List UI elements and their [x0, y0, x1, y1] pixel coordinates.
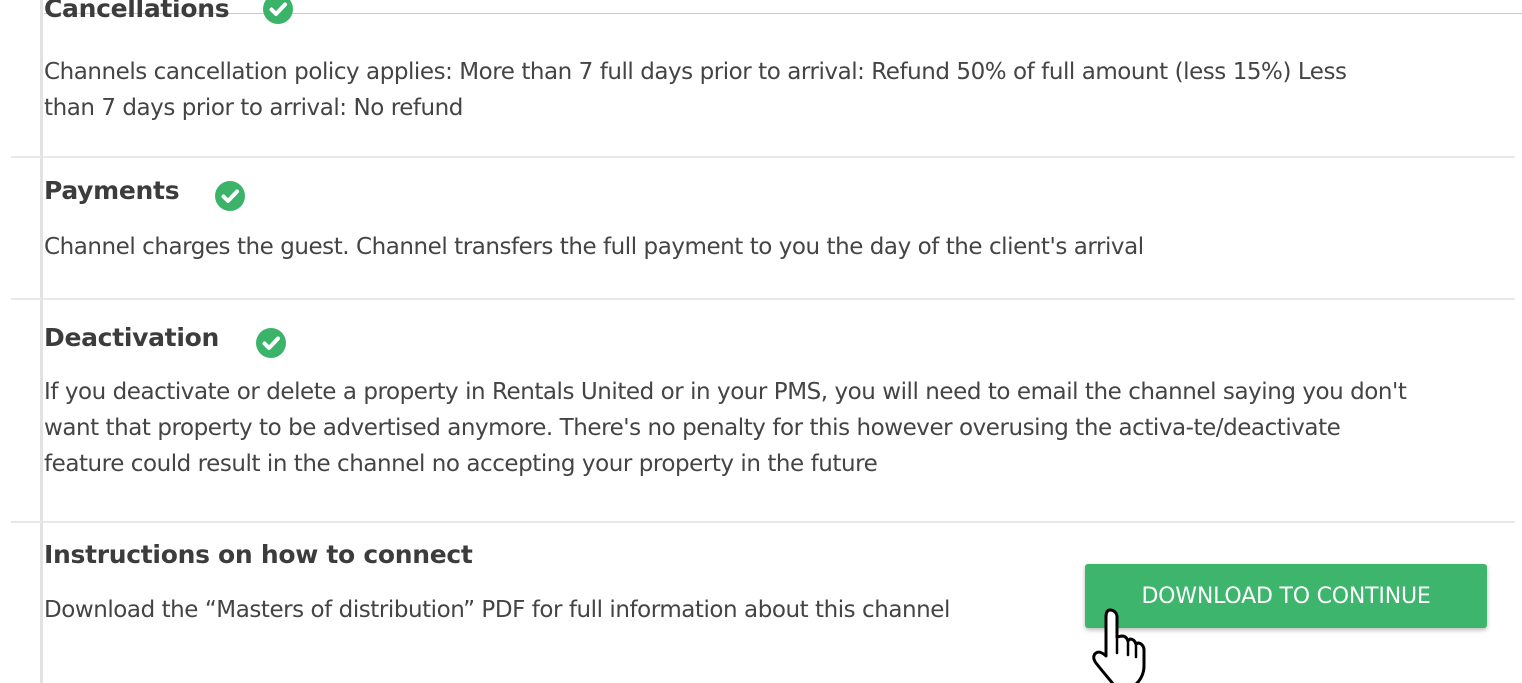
section-text-deactivation: If you deactivate or delete a property i…	[44, 379, 1407, 477]
section-title-cancellations: Cancellations	[44, 0, 230, 23]
section-title-payments: Payments	[44, 176, 180, 205]
channel-details-page: Cancellations Channels cancellation poli…	[0, 0, 1522, 683]
hand-pointer-icon	[1083, 608, 1153, 683]
check-circle-icon	[256, 328, 286, 358]
section-divider	[11, 298, 1515, 300]
section-divider	[11, 156, 1515, 158]
check-circle-icon	[263, 0, 293, 24]
section-text-payments: Channel charges the guest. Channel trans…	[44, 234, 1144, 260]
section-text-instructions: Download the “Masters of distribution” P…	[44, 597, 950, 623]
check-circle-icon	[215, 181, 245, 211]
section-divider	[11, 521, 1515, 523]
left-border	[40, 0, 43, 683]
section-title-deactivation: Deactivation	[44, 323, 219, 352]
section-text-cancellations: Channels cancellation policy applies: Mo…	[44, 59, 1347, 121]
section-title-instructions: Instructions on how to connect	[44, 540, 473, 569]
